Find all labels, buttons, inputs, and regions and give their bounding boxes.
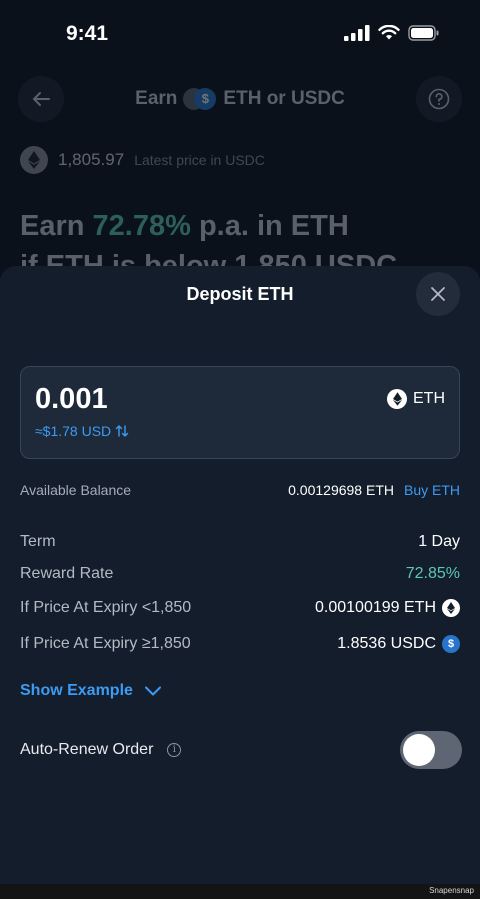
token-label: ETH xyxy=(413,390,445,407)
price-row: 1,805.97 Latest price in USDC xyxy=(20,146,265,174)
auto-renew-label: Auto-Renew Order xyxy=(20,741,154,758)
background-title: Earn $ ETH or USDC xyxy=(0,88,480,110)
status-time: 9:41 xyxy=(66,22,109,45)
latest-price-caption: Latest price in USDC xyxy=(134,152,265,168)
expiry-above-label: If Price At Expiry ≥1,850 xyxy=(20,635,191,652)
background-page: Earn $ ETH or USDC 1,805.97 Latest price… xyxy=(0,70,480,282)
close-button[interactable] xyxy=(416,272,460,316)
signal-icon xyxy=(344,25,370,41)
usdc-icon: $ xyxy=(194,88,217,110)
term-label: Term xyxy=(20,533,56,550)
auto-renew-left: Auto-Renew Order i xyxy=(20,741,182,759)
balance-right: 0.00129698 ETH Buy ETH xyxy=(288,482,460,498)
deposit-sheet: Deposit ETH 0.001 ≈$1.78 USD ETH Availab… xyxy=(0,266,480,884)
term-value: 1 Day xyxy=(418,533,460,550)
reward-rate-label: Reward Rate xyxy=(20,565,114,582)
chevron-down-icon xyxy=(144,686,161,696)
headline-suffix: p.a. in ETH xyxy=(198,210,349,242)
expiry-above-row: If Price At Expiry ≥1,850 1.8536 USDC $ xyxy=(20,633,460,655)
headline: Earn 72.78% p.a. in ETH xyxy=(20,210,349,243)
wifi-icon xyxy=(378,25,400,40)
show-example-toggle[interactable]: Show Example xyxy=(20,682,161,700)
usdc-icon: $ xyxy=(442,635,460,653)
headline-prefix: Earn xyxy=(20,210,85,242)
balance-label: Available Balance xyxy=(20,482,132,498)
reward-rate-value: 72.85% xyxy=(405,565,460,582)
expiry-below-value-wrap: 0.00100199 ETH xyxy=(315,599,460,617)
eth-icon xyxy=(442,599,460,617)
show-example-label: Show Example xyxy=(20,682,133,699)
headline-rate: 72.78% xyxy=(92,210,191,242)
auto-renew-row: Auto-Renew Order i xyxy=(20,730,462,770)
swap-icon[interactable] xyxy=(115,424,129,438)
amount-input[interactable]: 0.001 ≈$1.78 USD ETH xyxy=(20,366,460,459)
status-icons xyxy=(344,25,440,41)
balance-row: Available Balance 0.00129698 ETH Buy ETH xyxy=(20,480,460,500)
expiry-above-value-wrap: 1.8536 USDC $ xyxy=(337,635,460,653)
battery-icon xyxy=(408,25,439,41)
toggle-knob xyxy=(403,734,435,766)
status-bar: 9:41 xyxy=(0,0,480,70)
expiry-below-value: 0.00100199 ETH xyxy=(315,599,436,616)
watermark: Snapensnap xyxy=(429,886,474,895)
help-icon xyxy=(428,88,450,110)
background-header: Earn $ ETH or USDC xyxy=(0,70,480,130)
close-icon xyxy=(431,287,445,301)
pair-icons: $ xyxy=(183,88,217,110)
expiry-above-value: 1.8536 USDC xyxy=(337,635,436,652)
buy-eth-link[interactable]: Buy ETH xyxy=(404,482,460,498)
balance-value: 0.00129698 ETH xyxy=(288,482,394,498)
term-row: Term 1 Day xyxy=(20,531,460,553)
amount-usd[interactable]: ≈$1.78 USD xyxy=(35,423,129,439)
latest-price: 1,805.97 xyxy=(58,150,125,169)
footer-bar: Snapensnap xyxy=(0,884,480,899)
amount-usd-text: ≈$1.78 USD xyxy=(35,423,112,439)
sheet-title: Deposit ETH xyxy=(186,284,294,304)
help-button[interactable] xyxy=(416,76,462,122)
eth-icon xyxy=(20,146,48,174)
info-icon[interactable]: i xyxy=(167,743,182,757)
expiry-below-row: If Price At Expiry <1,850 0.00100199 ETH xyxy=(20,597,460,619)
title-suffix: ETH or USDC xyxy=(223,88,345,109)
reward-rate-row: Reward Rate 72.85% xyxy=(20,563,460,585)
token-selector: ETH xyxy=(387,389,445,409)
amount-value[interactable]: 0.001 xyxy=(35,383,108,416)
title-prefix: Earn xyxy=(135,88,178,109)
eth-icon xyxy=(387,389,407,409)
auto-renew-toggle[interactable] xyxy=(400,731,462,769)
expiry-below-label: If Price At Expiry <1,850 xyxy=(20,599,192,616)
